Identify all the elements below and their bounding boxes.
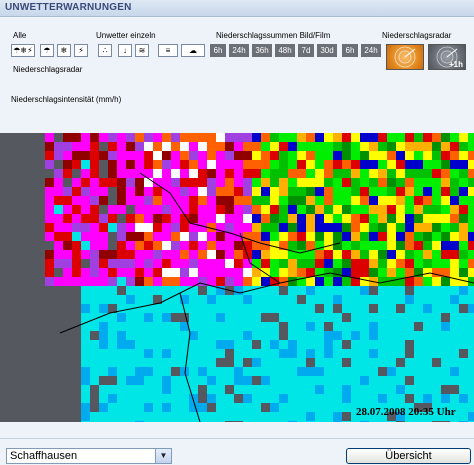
page-title: UNWETTERWARNUNGEN — [5, 2, 132, 13]
all-warnings-icon[interactable]: ☂❄⚡ — [11, 44, 35, 57]
bild-30d-button[interactable]: 30d — [317, 44, 337, 57]
radar-plus-label: +1h — [448, 60, 463, 69]
bild-48h-button[interactable]: 48h — [275, 44, 295, 57]
region-select-value: Schaffhausen — [10, 450, 78, 462]
alle-label: Alle — [13, 31, 27, 40]
einzeln-label: Unwetter einzeln — [96, 31, 156, 40]
chevron-down-icon[interactable]: ▼ — [155, 449, 171, 463]
wind-icon[interactable]: ≋ — [135, 44, 149, 57]
frost-icon[interactable]: ↓ — [118, 44, 132, 57]
storm-icon[interactable]: ⚡ — [74, 44, 88, 57]
fog-icon[interactable]: ≡ — [158, 44, 178, 57]
radar-forecast-icon[interactable]: +1h — [428, 44, 466, 70]
radar-now-icon[interactable] — [386, 44, 424, 70]
bild-36h-button[interactable]: 36h — [252, 44, 272, 57]
bild-7d-button[interactable]: 7d — [298, 44, 314, 57]
summen-label: Niederschlagssummen Bild/Film — [216, 31, 331, 40]
legend-title: Niederschlagsintensität (mm/h) — [11, 95, 122, 104]
hail-icon[interactable]: ∴ — [98, 44, 112, 57]
radar-label-right: Niederschlagsradar — [382, 31, 452, 40]
snow-icon[interactable]: ❄ — [57, 44, 71, 57]
radar-sweep-icon — [394, 46, 416, 68]
bild-24h-button[interactable]: 24h — [229, 44, 249, 57]
radar-label-left: Niederschlagsradar — [13, 65, 83, 74]
title-bar: UNWETTERWARNUNGEN — [0, 0, 474, 17]
film-24h-button[interactable]: 24h — [361, 44, 381, 57]
thunder-icon[interactable]: ☁ — [181, 44, 205, 57]
precipitation-radar-map[interactable] — [0, 133, 474, 422]
rain-icon[interactable]: ☂ — [40, 44, 54, 57]
film-6h-button[interactable]: 6h — [342, 44, 358, 57]
bild-6h-button[interactable]: 6h — [210, 44, 226, 57]
map-timestamp: 28.07.2008 20:35 Uhr — [356, 406, 456, 418]
overview-button[interactable]: Übersicht — [346, 448, 471, 464]
region-select[interactable]: Schaffhausen ▼ — [6, 448, 172, 464]
